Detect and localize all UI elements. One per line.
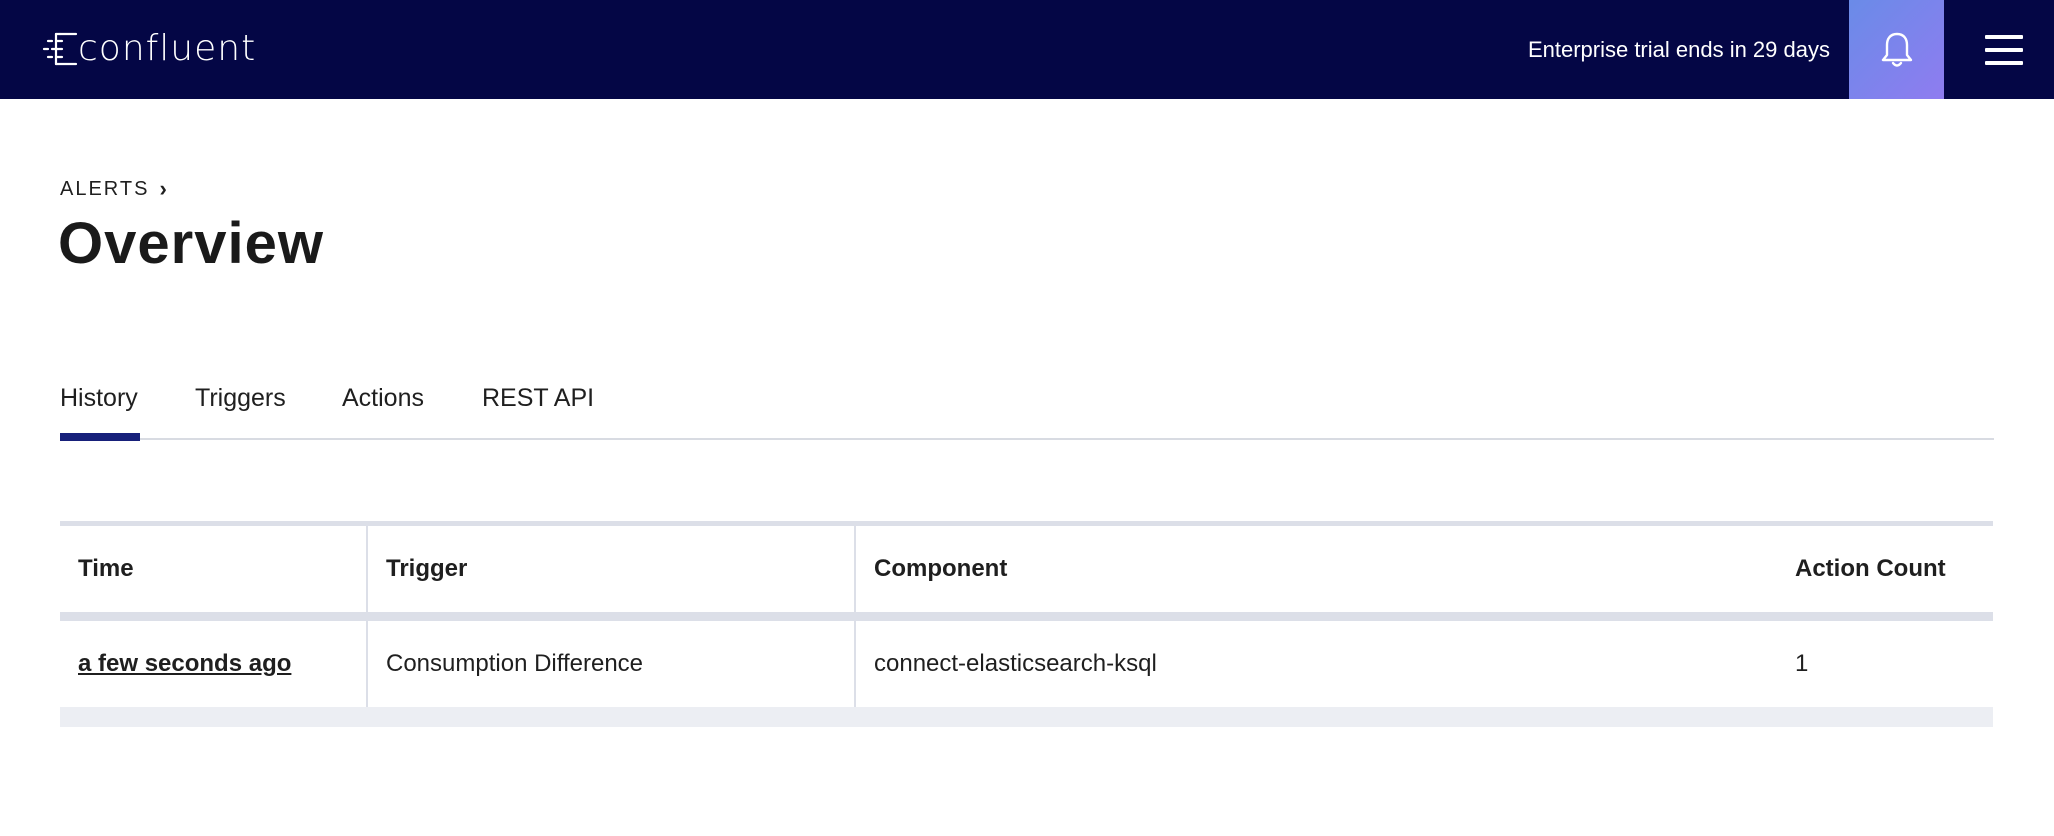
trial-notice: Enterprise trial ends in 29 days — [1527, 37, 1830, 62]
cell-time: a few seconds ago — [60, 621, 368, 707]
alert-time-link[interactable]: a few seconds ago — [78, 650, 291, 677]
tab-bar: History Triggers Actions REST API — [60, 378, 1994, 441]
page-title: Overview — [58, 211, 324, 276]
header-divider — [60, 612, 1993, 621]
table-header-row: Time Trigger Component Action Count — [60, 526, 1993, 612]
table-footer — [60, 707, 1993, 727]
tab-triggers-label: Triggers — [195, 384, 286, 412]
breadcrumb: ALERTS › — [60, 176, 167, 202]
tab-rest-api[interactable]: REST API — [482, 384, 594, 413]
cell-trigger: Consumption Difference — [367, 621, 856, 707]
column-header-component[interactable]: Component — [855, 526, 1777, 612]
confluent-logo[interactable]: confluent — [42, 26, 256, 72]
tab-actions[interactable]: Actions — [342, 384, 424, 413]
main-menu-button[interactable] — [1954, 0, 2054, 99]
notifications-button[interactable] — [1849, 0, 1944, 99]
hamburger-menu-icon — [1985, 34, 2023, 65]
tab-rest-api-label: REST API — [482, 384, 595, 412]
tab-history-label: History — [60, 384, 138, 412]
cell-action-count: 1 — [1795, 650, 1809, 677]
chevron-right-icon: › — [159, 176, 167, 201]
column-header-trigger[interactable]: Trigger — [367, 526, 856, 612]
tab-triggers[interactable]: Triggers — [195, 384, 286, 413]
alert-history-table: Time Trigger Component Action Count a fe… — [60, 521, 1993, 727]
bell-icon — [1881, 32, 1912, 67]
tab-actions-label: Actions — [342, 384, 424, 412]
confluent-logo-mark-icon — [42, 32, 78, 66]
brand-name: confluent — [78, 28, 257, 69]
active-tab-indicator — [60, 433, 140, 441]
top-navbar: confluent Enterprise trial ends in 29 da… — [0, 0, 2054, 99]
tab-history[interactable]: History — [60, 384, 140, 441]
column-header-action-count[interactable]: Action Count — [1777, 526, 1993, 612]
cell-component: connect-elasticsearch-ksql — [874, 650, 1157, 677]
table-row[interactable]: a few seconds ago Consumption Difference… — [60, 621, 1993, 707]
column-header-time[interactable]: Time — [60, 526, 368, 612]
breadcrumb-alerts-link[interactable]: ALERTS — [60, 178, 149, 201]
